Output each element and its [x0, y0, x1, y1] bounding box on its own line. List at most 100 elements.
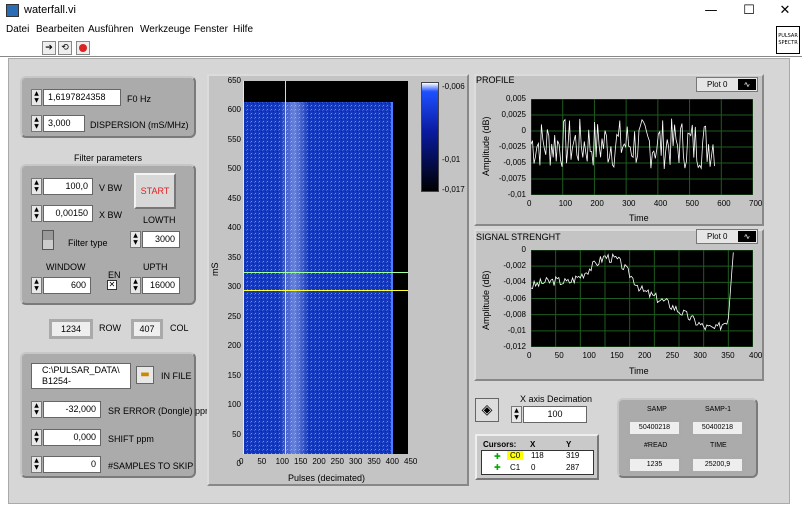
cursor-c0-name[interactable]: C0: [507, 451, 524, 460]
skip-field[interactable]: 0: [43, 456, 101, 473]
cursor-c0-vertical[interactable]: [285, 81, 286, 454]
sr-error-field[interactable]: -32,000: [43, 401, 101, 418]
menu-bearbeiten[interactable]: Bearbeiten: [36, 24, 84, 35]
signal-ytick: -0,008: [503, 309, 526, 319]
menu-datei[interactable]: Datei: [6, 24, 29, 35]
cursor-header-x: X: [530, 440, 536, 449]
dispersion-label: DISPERSION (mS/MHz): [90, 120, 189, 130]
run-continuously-icon[interactable]: ⟲: [58, 41, 72, 55]
menu-bar: Datei Bearbeiten Ausführen Werkzeuge Fen…: [0, 22, 770, 38]
vi-icon-line1: PULSAR: [778, 33, 798, 39]
skip-spinner[interactable]: ▲ ▼: [31, 456, 42, 473]
maximize-button[interactable]: ☐: [735, 2, 763, 20]
vbw-label: V BW: [99, 183, 123, 193]
abort-icon[interactable]: [76, 41, 90, 55]
browse-folder-icon[interactable]: ▬: [136, 366, 154, 384]
lowth-spinner[interactable]: ▲ ▼: [130, 231, 141, 248]
cursor-c0-horizontal[interactable]: [243, 272, 408, 273]
vbw-spinner[interactable]: ▲ ▼: [31, 178, 42, 195]
waterfall-xaxis: 0 50 100 150 200 250 300 350 400 450: [239, 457, 418, 469]
xbw-field[interactable]: 0,00150: [43, 205, 93, 222]
signal-xtick: 50: [554, 351, 564, 360]
cursor-c0-y: 319: [566, 451, 580, 460]
window-spinner[interactable]: ▲ ▼: [31, 277, 42, 294]
signal-ytick: -0,002: [503, 261, 526, 271]
shift-label: SHIFT ppm: [108, 434, 154, 444]
menu-hilfe[interactable]: Hilfe: [233, 24, 253, 35]
menu-ausfuehren[interactable]: Ausführen: [88, 24, 134, 35]
start-button[interactable]: START: [134, 173, 176, 209]
sr-error-spinner[interactable]: ▲ ▼: [31, 401, 42, 418]
menu-fenster[interactable]: Fenster: [194, 24, 228, 35]
minimize-button[interactable]: —: [697, 2, 725, 20]
signal-xtick: 300: [693, 351, 707, 360]
close-button[interactable]: ✕: [771, 2, 799, 20]
waterfall-ytick: 300: [227, 282, 241, 292]
xbw-spinner[interactable]: ▲ ▼: [31, 205, 42, 222]
menu-werkzeuge[interactable]: Werkzeuge: [140, 24, 190, 35]
waterfall-xtick: 450: [404, 457, 418, 466]
upth-spinner[interactable]: ▲ ▼: [130, 277, 141, 294]
legend-line-icon: ∿: [738, 79, 756, 90]
samp1-indicator: 50400218: [690, 419, 745, 437]
run-arrow-icon[interactable]: ➔: [42, 41, 56, 55]
cursor-c1-horizontal[interactable]: [243, 290, 408, 291]
profile-ytick: 0,005: [505, 94, 526, 103]
signal-ytick: -0,01: [507, 325, 526, 335]
colorbar-min: -0,017: [442, 185, 465, 194]
upth-field[interactable]: 16000: [142, 277, 180, 294]
dispersion-spinner[interactable]: ▲ ▼: [31, 115, 42, 132]
waterfall-xtick: 350: [367, 457, 381, 466]
signal-legend[interactable]: Plot 0 ∿: [696, 229, 758, 244]
waterfall-ytick: 200: [227, 341, 241, 351]
upth-label: UPTH: [143, 262, 168, 272]
waterfall-plot[interactable]: [243, 81, 408, 454]
signal-plot[interactable]: [530, 249, 754, 348]
profile-xtick: 500: [685, 199, 699, 208]
shift-field[interactable]: 0,000: [43, 429, 101, 446]
signal-line: [530, 249, 754, 348]
time-label: TIME: [710, 442, 727, 449]
cursor-c1-vertical[interactable]: [243, 81, 244, 454]
profile-xtick: 400: [653, 199, 668, 208]
waterfall-image: [243, 102, 393, 454]
f0-spinner[interactable]: ▲ ▼: [31, 89, 42, 106]
cursor-c1-x: 0: [531, 463, 536, 472]
waterfall-ytick: 600: [227, 105, 241, 115]
signal-ylabel: Amplitude (dB): [481, 270, 491, 330]
waterfall-ylabel: mS: [210, 262, 220, 277]
lowth-field[interactable]: 3000: [142, 231, 180, 248]
crosshair-icon[interactable]: ✚: [494, 452, 503, 461]
profile-plot[interactable]: [530, 98, 754, 196]
profile-ytick: -0,0025: [498, 142, 526, 151]
dispersion-field[interactable]: 3,000: [43, 115, 85, 132]
f0-field[interactable]: 1,6197824358: [43, 89, 121, 106]
infile-path-field[interactable]: C:\PULSAR_DATA\ B1254-: [31, 363, 131, 389]
profile-series-line: [530, 118, 715, 170]
vi-icon: PULSAR SPECTR: [776, 26, 800, 54]
profile-xlabel: Time: [629, 213, 649, 223]
profile-legend[interactable]: Plot 0 ∿: [696, 77, 758, 92]
filter-type-switch[interactable]: [42, 230, 54, 250]
waterfall-ytick: 50: [232, 429, 241, 439]
signal-ytick: -0,004: [503, 277, 526, 287]
cursor-header-y: Y: [566, 440, 572, 449]
profile-ytick: -0,005: [503, 158, 526, 167]
filter-type-label: Filter type: [68, 238, 108, 248]
signal-series-line: [530, 252, 734, 332]
filter-title: Filter parameters: [74, 153, 143, 163]
decimation-field[interactable]: 100: [523, 406, 587, 423]
vbw-field[interactable]: 100,0: [43, 178, 93, 195]
profile-ylabel: Amplitude (dB): [481, 116, 491, 176]
window-field[interactable]: 600: [43, 277, 91, 294]
profile-xtick: 100: [558, 199, 573, 208]
shift-spinner[interactable]: ▲ ▼: [31, 429, 42, 446]
colorbar-max: -0,006: [442, 82, 465, 91]
en-checkbox[interactable]: ✕: [107, 280, 117, 290]
waterfall-xtick: 200: [312, 457, 326, 466]
waterfall-ytick: 250: [227, 311, 241, 321]
crosshair-icon[interactable]: ✚: [494, 463, 503, 472]
graph-palette-icon[interactable]: ◈: [475, 398, 499, 422]
decimation-spinner[interactable]: ▲ ▼: [511, 406, 522, 423]
cursor-c1-name[interactable]: C1: [510, 463, 520, 472]
